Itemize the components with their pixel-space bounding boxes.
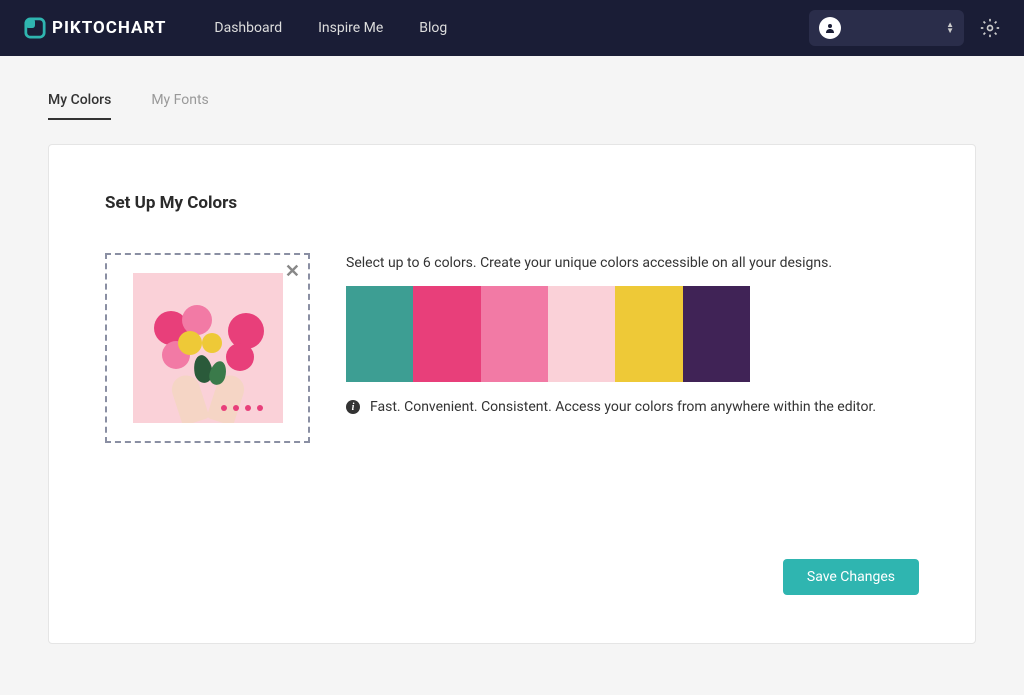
info-icon: i [346, 400, 360, 414]
tab-my-colors[interactable]: My Colors [48, 92, 111, 120]
save-changes-button[interactable]: Save Changes [783, 559, 919, 595]
nav-blog[interactable]: Blog [419, 20, 447, 36]
header-left: PIKTOCHART Dashboard Inspire Me Blog [24, 17, 447, 39]
avatar-icon [819, 17, 841, 39]
color-swatch-1[interactable] [346, 286, 413, 382]
gear-icon [980, 18, 1000, 38]
nav-dashboard[interactable]: Dashboard [214, 20, 282, 36]
nav-links: Dashboard Inspire Me Blog [214, 20, 447, 36]
remove-image-button[interactable]: ✕ [285, 261, 300, 282]
account-dropdown[interactable]: ▲ ▼ [809, 10, 964, 46]
settings-button[interactable] [980, 18, 1000, 38]
palette-column: Select up to 6 colors. Create your uniqu… [346, 253, 919, 418]
color-swatch-6[interactable] [683, 286, 750, 382]
logo-icon [24, 17, 46, 39]
tab-my-fonts[interactable]: My Fonts [151, 92, 208, 120]
card-title: Set Up My Colors [105, 193, 919, 213]
preview-image [133, 273, 283, 423]
description-text: Select up to 6 colors. Create your uniqu… [346, 253, 919, 274]
top-header: PIKTOCHART Dashboard Inspire Me Blog ▲ ▼ [0, 0, 1024, 56]
info-text: Fast. Convenient. Consistent. Access you… [370, 398, 876, 418]
info-row: i Fast. Convenient. Consistent. Access y… [346, 398, 919, 418]
image-dropzone[interactable]: ✕ [105, 253, 310, 443]
setup-row: ✕ [105, 253, 919, 443]
settings-card: Set Up My Colors ✕ [48, 144, 976, 644]
color-swatches [346, 286, 750, 382]
brand-logo[interactable]: PIKTOCHART [24, 17, 166, 39]
nav-inspire[interactable]: Inspire Me [318, 20, 383, 36]
content-area: My Colors My Fonts Set Up My Colors ✕ [0, 56, 1024, 644]
color-swatch-5[interactable] [615, 286, 682, 382]
color-swatch-2[interactable] [413, 286, 480, 382]
header-right: ▲ ▼ [809, 10, 1000, 46]
updown-icon: ▲ ▼ [946, 22, 954, 34]
color-swatch-4[interactable] [548, 286, 615, 382]
color-swatch-3[interactable] [481, 286, 548, 382]
brand-text: PIKTOCHART [52, 18, 166, 38]
tabs-row: My Colors My Fonts [48, 92, 976, 120]
